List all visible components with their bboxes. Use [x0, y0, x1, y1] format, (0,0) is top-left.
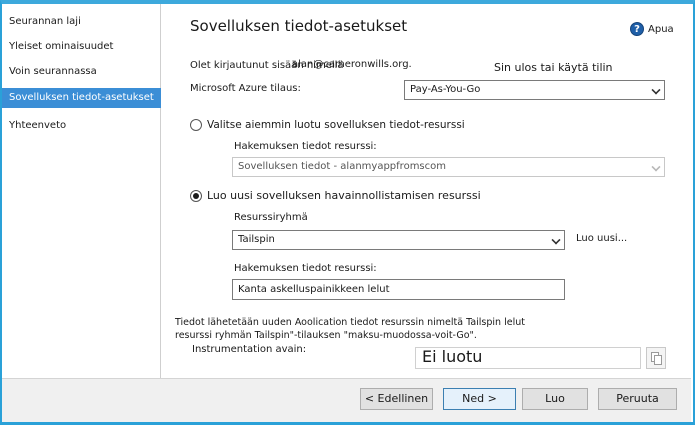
previous-button[interactable]: < Edellinen: [360, 388, 433, 410]
sidebar-item-tracking-type[interactable]: Seurannan laji: [2, 12, 161, 32]
wizard-sidebar: Seurannan laji Yleiset ominaisuudet Voin…: [2, 4, 161, 378]
resource-group-select[interactable]: Tailspin: [232, 230, 565, 250]
resource-group-value: Tailspin: [238, 234, 275, 245]
create-new-group-link[interactable]: Luo uusi...: [576, 233, 627, 244]
wizard-footer: < Edellinen Ned > Luo Peruuta: [2, 378, 691, 422]
sidebar-item-monitoring[interactable]: Voin seurannassa: [2, 62, 161, 82]
instrumentation-key-value: Ei luotu: [422, 347, 483, 366]
subscription-label: Microsoft Azure tilaus:: [190, 83, 301, 94]
chevron-down-icon: [651, 162, 661, 172]
existing-resource-label: Hakemuksen tiedot resurssi:: [234, 141, 377, 152]
create-new-resource-radio[interactable]: [190, 190, 202, 202]
help-link[interactable]: ? Apua: [630, 22, 674, 36]
help-label: Apua: [648, 23, 674, 35]
signout-link[interactable]: Sin ulos tai käytä tilin: [494, 61, 613, 74]
existing-resource-select[interactable]: Sovelluksen tiedot - alanmyappfromscom: [232, 157, 665, 177]
new-resource-name-value: Kanta askelluspainikkeen lelut: [238, 284, 390, 295]
info-text-line1: Tiedot lähetetään uuden Aoolication tied…: [175, 317, 525, 328]
new-resource-label: Hakemuksen tiedot resurssi:: [234, 263, 377, 274]
subscription-select[interactable]: Pay-As-You-Go: [404, 80, 665, 100]
sidebar-item-general-properties[interactable]: Yleiset ominaisuudet: [2, 37, 161, 57]
copy-key-button[interactable]: [646, 347, 666, 369]
sidebar-item-summary[interactable]: Yhteenveto: [2, 116, 161, 136]
account-email: alan@cameronwills.org.: [292, 59, 412, 70]
existing-resource-radio[interactable]: [190, 119, 202, 131]
resource-group-label: Resurssiryhmä: [234, 212, 308, 223]
create-button[interactable]: Luo: [522, 388, 588, 410]
info-text-line2: resurssi ryhmän Tailspin"-tilauksen "mak…: [175, 330, 477, 341]
create-new-resource-radio-label: Luo uusi sovelluksen havainnollistamisen…: [207, 189, 481, 202]
existing-resource-value: Sovelluksen tiedot - alanmyappfromscom: [238, 161, 446, 172]
existing-resource-radio-label: Valitse aiemmin luotu sovelluksen tiedot…: [207, 119, 465, 131]
cancel-button[interactable]: Peruuta: [598, 388, 677, 410]
next-button[interactable]: Ned >: [443, 388, 516, 410]
chevron-down-icon: [551, 235, 561, 245]
chevron-down-icon: [651, 85, 661, 95]
new-resource-name-input[interactable]: Kanta askelluspainikkeen lelut: [232, 279, 565, 300]
instrumentation-key-label: Instrumentation avain:: [192, 344, 307, 355]
subscription-value: Pay-As-You-Go: [410, 84, 481, 95]
sidebar-item-app-insights-settings[interactable]: Sovelluksen tiedot-asetukset: [2, 88, 161, 108]
page-title: Sovelluksen tiedot-asetukset: [190, 17, 408, 35]
copy-icon-page: [654, 355, 662, 365]
instrumentation-key-field: Ei luotu: [415, 347, 641, 369]
settings-panel: Sovelluksen tiedot-asetukset ? Apua Olet…: [162, 4, 691, 378]
help-icon: ?: [630, 22, 644, 36]
